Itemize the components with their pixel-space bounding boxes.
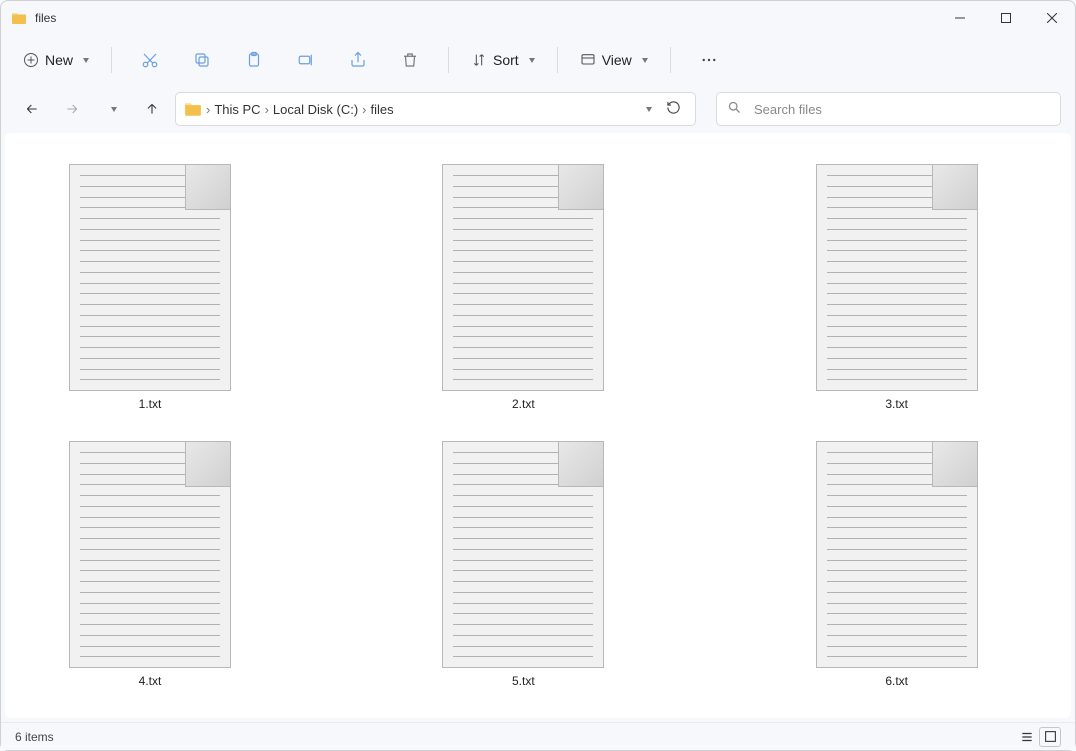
refresh-button[interactable] [666, 100, 681, 118]
txt-file-icon [442, 164, 604, 391]
toolbar: New Sort View [1, 35, 1075, 85]
chevron-down-icon [111, 107, 117, 112]
chevron-down-icon [642, 58, 648, 63]
paste-button[interactable] [234, 42, 274, 78]
file-item[interactable]: 4.txt [65, 438, 235, 691]
window-title: files [35, 11, 56, 25]
file-label: 2.txt [512, 397, 535, 411]
breadcrumb-segment[interactable]: This PC [214, 102, 260, 117]
separator [557, 47, 558, 73]
file-item[interactable]: 6.txt [812, 438, 982, 691]
new-button[interactable]: New [15, 48, 97, 72]
txt-file-icon [816, 164, 978, 391]
file-area[interactable]: 1.txt 2.txt 3.txt 4.txt 5.txt 6.txt [5, 133, 1071, 718]
chevron-down-icon [83, 58, 89, 63]
recent-locations-button[interactable] [95, 92, 129, 126]
nav-bar: › This PC › Local Disk (C:) › files [1, 85, 1075, 133]
chevron-down-icon[interactable] [642, 107, 652, 112]
folder-icon [184, 100, 202, 118]
delete-button[interactable] [390, 42, 430, 78]
up-button[interactable] [135, 92, 169, 126]
file-item[interactable]: 1.txt [65, 161, 235, 414]
status-bar: 6 items [1, 722, 1075, 750]
minimize-button[interactable] [937, 1, 983, 35]
rename-button[interactable] [286, 42, 326, 78]
chevron-down-icon [529, 58, 535, 63]
sort-label: Sort [493, 52, 519, 68]
view-button[interactable]: View [572, 48, 656, 72]
file-label: 6.txt [885, 674, 908, 688]
search-input[interactable] [752, 101, 1050, 118]
search-icon [727, 100, 742, 118]
txt-file-icon [69, 441, 231, 668]
more-button[interactable] [689, 42, 729, 78]
copy-button[interactable] [182, 42, 222, 78]
txt-file-icon [69, 164, 231, 391]
chevron-right-icon: › [265, 102, 269, 117]
file-item[interactable]: 5.txt [438, 438, 608, 691]
separator [111, 47, 112, 73]
chevron-right-icon: › [362, 102, 366, 117]
file-label: 3.txt [885, 397, 908, 411]
search-box[interactable] [716, 92, 1061, 126]
separator [670, 47, 671, 73]
file-label: 4.txt [139, 674, 162, 688]
breadcrumb-segment[interactable]: files [371, 102, 394, 117]
chevron-right-icon: › [206, 102, 210, 117]
address-bar[interactable]: › This PC › Local Disk (C:) › files [175, 92, 696, 126]
file-label: 1.txt [139, 397, 162, 411]
view-label: View [602, 52, 632, 68]
breadcrumb-segment[interactable]: Local Disk (C:) [273, 102, 358, 117]
forward-button[interactable] [55, 92, 89, 126]
separator [448, 47, 449, 73]
file-item[interactable]: 3.txt [812, 161, 982, 414]
back-button[interactable] [15, 92, 49, 126]
cut-button[interactable] [130, 42, 170, 78]
file-item[interactable]: 2.txt [438, 161, 608, 414]
maximize-button[interactable] [983, 1, 1029, 35]
details-view-button[interactable] [1016, 727, 1038, 747]
txt-file-icon [442, 441, 604, 668]
folder-icon [11, 10, 27, 26]
share-button[interactable] [338, 42, 378, 78]
new-label: New [45, 52, 73, 68]
file-label: 5.txt [512, 674, 535, 688]
txt-file-icon [816, 441, 978, 668]
sort-button[interactable]: Sort [463, 48, 543, 72]
icons-view-button[interactable] [1039, 727, 1061, 747]
status-text: 6 items [15, 730, 54, 744]
close-button[interactable] [1029, 1, 1075, 35]
title-bar: files [1, 1, 1075, 35]
